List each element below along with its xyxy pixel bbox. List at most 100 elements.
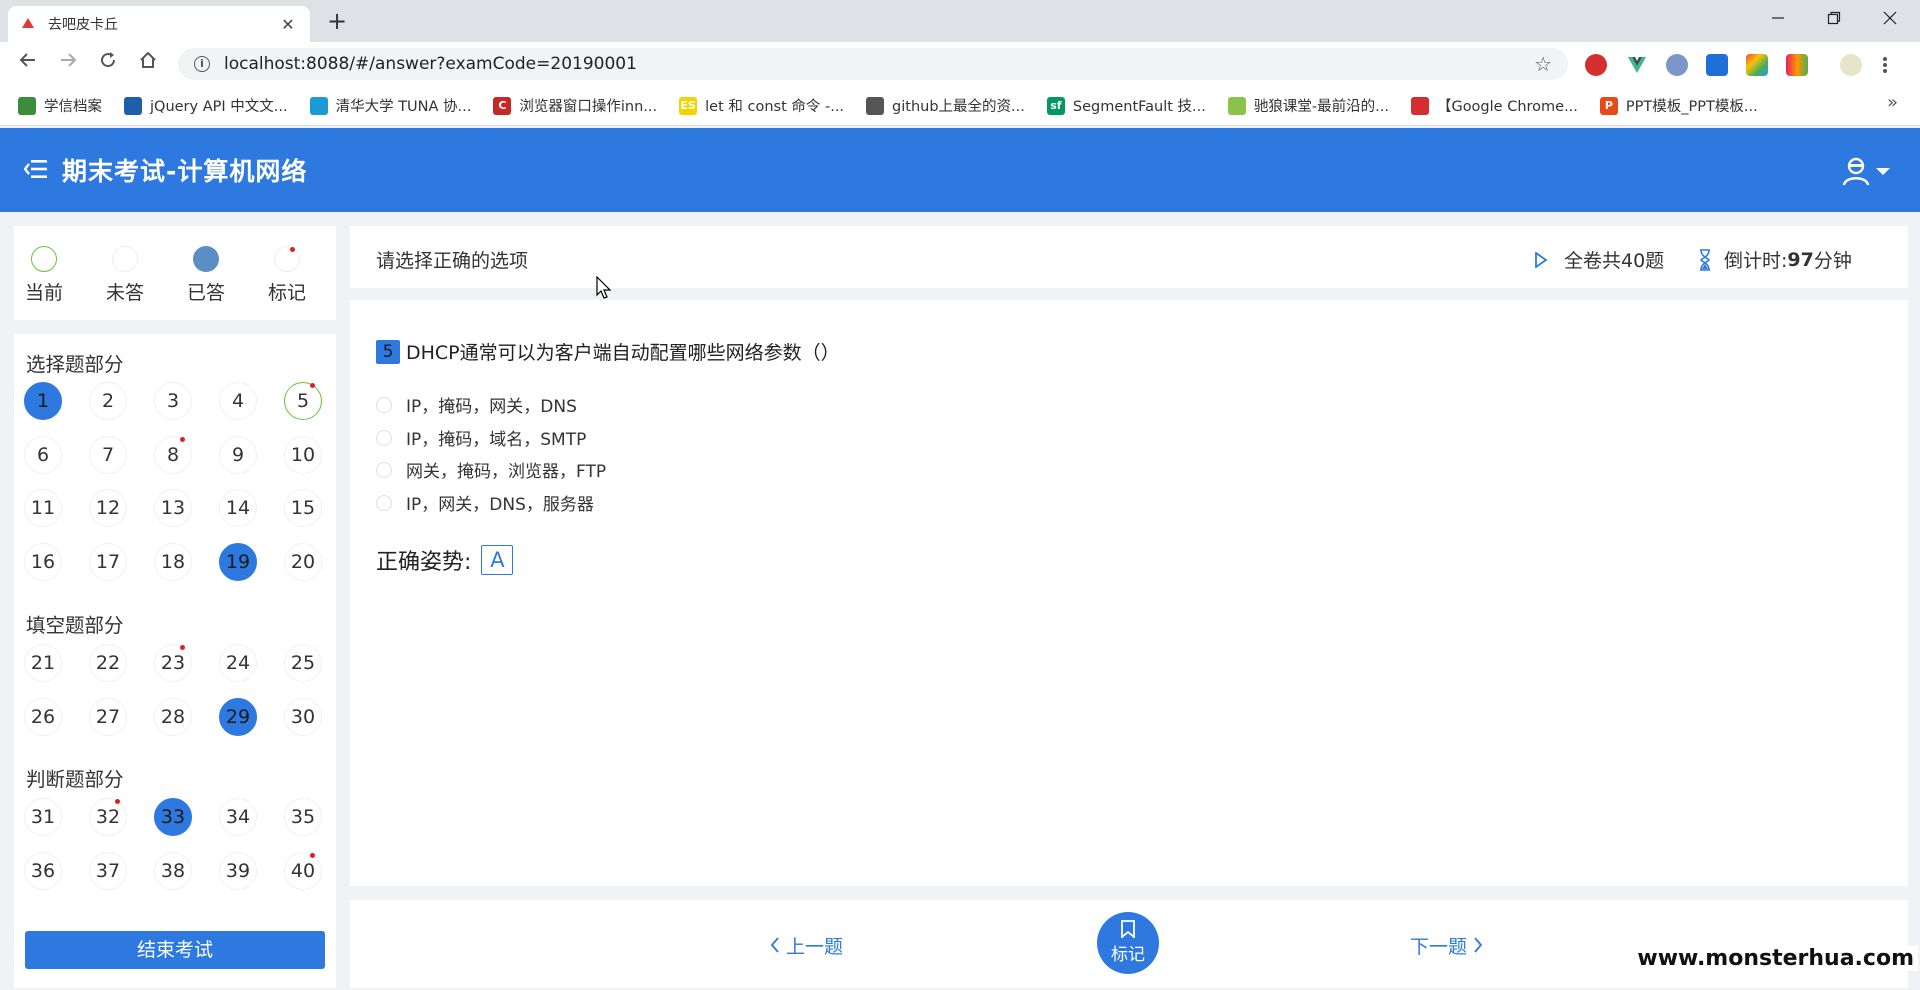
question-nav-number: 26 <box>30 705 56 728</box>
close-window-icon[interactable] <box>1862 0 1918 36</box>
bookmarks-overflow-icon[interactable]: » <box>1887 92 1898 113</box>
restore-window-icon[interactable] <box>1806 0 1862 36</box>
new-tab-button[interactable]: + <box>322 6 352 36</box>
bookmark-item[interactable]: sf SegmentFault 技... <box>1046 95 1206 116</box>
mark-question-button[interactable]: 标记 <box>1097 912 1159 974</box>
home-icon[interactable] <box>134 50 162 78</box>
question-nav-button[interactable]: 31 <box>24 798 62 836</box>
question-nav-button[interactable]: 27 <box>89 697 127 736</box>
bookmark-item[interactable]: 学信档案 <box>18 95 102 116</box>
bookmark-item[interactable]: 【Google Chrome... <box>1410 95 1578 116</box>
question-nav-button[interactable]: 35 <box>284 798 322 836</box>
previous-question-button[interactable]: 上一题 <box>770 932 843 959</box>
question-nav-button[interactable]: 13 <box>154 489 192 527</box>
extension-icon-6[interactable] <box>1786 54 1808 76</box>
option-b[interactable]: IP，掩码，域名，SMTP <box>376 425 586 450</box>
option-a[interactable]: IP，掩码，网关，DNS <box>376 392 577 417</box>
site-info-icon[interactable]: i <box>194 56 210 72</box>
bookmark-item[interactable]: C 浏览器窗口操作inn... <box>493 95 657 116</box>
section-title: 填空题部分 <box>26 614 124 637</box>
question-nav-button[interactable]: 19 <box>219 542 257 581</box>
minimize-window-icon[interactable] <box>1750 0 1806 36</box>
forward-arrow-icon[interactable] <box>54 50 82 78</box>
back-arrow-icon[interactable] <box>14 50 42 78</box>
question-nav-button[interactable]: 23 <box>154 644 192 682</box>
question-nav-button[interactable]: 32 <box>89 798 127 836</box>
timer-unit: 分钟 <box>1813 250 1852 272</box>
question-nav-button[interactable]: 7 <box>89 435 127 474</box>
extension-icon-5[interactable] <box>1746 54 1768 76</box>
bookmark-icon <box>1121 920 1135 938</box>
question-nav-button[interactable]: 15 <box>284 489 322 527</box>
question-nav-button[interactable]: 14 <box>219 489 257 527</box>
address-bar[interactable]: i localhost:8088/#/answer?examCode=20190… <box>178 48 1568 80</box>
question-nav-button[interactable]: 30 <box>284 697 322 736</box>
question-nav-button[interactable]: 40 <box>284 851 322 890</box>
bookmark-item[interactable]: 驰狼课堂-最前沿的... <box>1227 95 1389 116</box>
question-nav-button[interactable]: 21 <box>24 644 62 682</box>
vue-devtools-icon[interactable] <box>1626 54 1648 76</box>
question-nav-button[interactable]: 39 <box>219 851 257 890</box>
bookmark-item[interactable]: P PPT模板_PPT模板... <box>1599 95 1758 116</box>
timer-value: 97 <box>1787 248 1814 271</box>
question-nav-number: 17 <box>95 550 121 573</box>
menu-icon[interactable] <box>24 158 48 180</box>
end-exam-button[interactable]: 结束考试 <box>25 931 325 969</box>
question-nav-button[interactable]: 26 <box>24 697 62 736</box>
option-label: IP，掩码，域名，SMTP <box>406 430 587 450</box>
question-nav-button[interactable]: 37 <box>89 851 127 890</box>
bookmark-item[interactable]: 清华大学 TUNA 协... <box>309 95 471 116</box>
browser-tab[interactable]: 去吧皮卡丘 ✕ <box>8 6 310 42</box>
question-panel: 5 DHCP通常可以为客户端自动配置哪些网络参数（） IP，掩码，网关，DNS … <box>350 300 1908 886</box>
option-radio[interactable] <box>376 461 392 478</box>
next-question-button[interactable]: 下一题 <box>1410 932 1483 959</box>
question-nav-button[interactable]: 38 <box>154 851 192 890</box>
extension-icon-3[interactable] <box>1666 54 1688 76</box>
browser-menu-icon[interactable] <box>1882 54 1892 76</box>
question-nav-number: 21 <box>30 652 56 674</box>
question-nav-button[interactable]: 28 <box>154 697 192 736</box>
bookmark-item[interactable]: github上最全的资... <box>866 95 1025 116</box>
reload-icon[interactable] <box>94 50 122 78</box>
question-nav-button[interactable]: 17 <box>89 542 127 581</box>
question-nav-button[interactable]: 2 <box>89 382 127 420</box>
option-d[interactable]: IP，网关，DNS，服务器 <box>376 490 594 515</box>
question-nav-button[interactable]: 22 <box>89 644 127 682</box>
tab-close-icon[interactable]: ✕ <box>278 15 298 34</box>
question-nav-button[interactable]: 33 <box>154 798 192 836</box>
question-nav-button[interactable]: 11 <box>24 489 62 527</box>
option-radio[interactable] <box>376 396 392 413</box>
section-title: 选择题部分 <box>26 353 124 376</box>
extension-icon-4[interactable] <box>1706 54 1728 76</box>
question-nav-button[interactable]: 24 <box>219 644 257 682</box>
question-nav-number: 22 <box>95 652 121 674</box>
bookmark-star-icon[interactable]: ☆ <box>1534 52 1552 76</box>
question-nav-button[interactable]: 1 <box>24 382 62 420</box>
question-nav-button[interactable]: 8 <box>154 435 192 474</box>
bookmark-item[interactable]: jQuery API 中文文... <box>124 95 288 116</box>
question-nav-button[interactable]: 36 <box>24 851 62 890</box>
question-nav-button[interactable]: 12 <box>89 489 127 527</box>
bookmark-favicon-icon <box>1227 96 1246 115</box>
question-nav-button[interactable]: 4 <box>219 382 257 420</box>
question-nav-button[interactable]: 34 <box>219 798 257 836</box>
question-nav-button[interactable]: 20 <box>284 542 322 581</box>
profile-avatar-icon[interactable] <box>1840 54 1862 76</box>
status-legend: 当前 未答 已答 标记 <box>14 226 336 320</box>
question-nav-button[interactable]: 6 <box>24 435 62 474</box>
chevron-left-icon <box>770 937 779 953</box>
option-radio[interactable] <box>376 494 392 511</box>
question-nav-button[interactable]: 9 <box>219 435 257 474</box>
option-radio[interactable] <box>376 429 392 446</box>
question-nav-button[interactable]: 3 <box>154 382 192 420</box>
bookmark-item[interactable]: ES let 和 const 命令 -... <box>679 95 844 116</box>
question-nav-button[interactable]: 25 <box>284 644 322 682</box>
adblock-extension-icon[interactable] <box>1585 54 1607 76</box>
user-dropdown-icon[interactable] <box>1842 156 1890 186</box>
question-nav-button[interactable]: 16 <box>24 542 62 581</box>
question-nav-button[interactable]: 5 <box>284 382 322 420</box>
question-nav-button[interactable]: 10 <box>284 435 322 474</box>
option-c[interactable]: 网关，掩码，浏览器，FTP <box>376 457 606 482</box>
question-nav-button[interactable]: 18 <box>154 542 192 581</box>
question-nav-button[interactable]: 29 <box>219 697 257 736</box>
